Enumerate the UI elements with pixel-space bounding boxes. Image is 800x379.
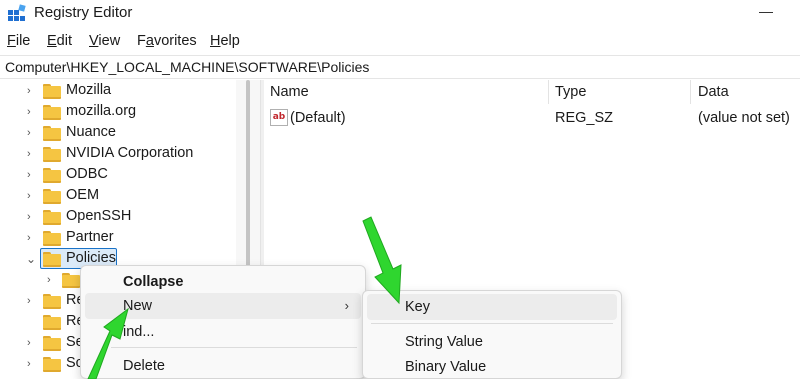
- registry-editor-icon: [8, 4, 26, 21]
- chevron-right-icon[interactable]: ›: [47, 274, 57, 286]
- menu-favorites-mnemonic: a: [145, 33, 154, 49]
- tree-item-label: Mozilla: [66, 82, 112, 98]
- menu-item-string-value[interactable]: String Value: [367, 329, 617, 355]
- tree-item[interactable]: › OpenSSH: [0, 207, 236, 228]
- menu-view-rest: iew: [98, 33, 121, 49]
- address-bar[interactable]: Computer\HKEY_LOCAL_MACHINE\SOFTWARE\Pol…: [0, 55, 800, 79]
- folder-icon: [43, 147, 61, 162]
- tree-item-label: mozilla.org: [66, 103, 137, 119]
- chevron-right-icon[interactable]: ›: [27, 106, 37, 118]
- tree-item[interactable]: › Mozilla: [0, 81, 236, 102]
- tree-item[interactable]: › ODBC: [0, 165, 236, 186]
- folder-open-icon: [43, 252, 61, 267]
- menu-edit-mnemonic: E: [47, 33, 57, 49]
- chevron-right-icon[interactable]: ›: [27, 358, 37, 370]
- menu-item-key[interactable]: Key: [367, 294, 617, 320]
- string-value-icon: ab: [270, 109, 288, 126]
- menu-item-binary-value[interactable]: Binary Value: [367, 354, 617, 379]
- value-name: (Default): [290, 110, 346, 126]
- scrollbar-thumb[interactable]: [246, 80, 250, 270]
- menu-view-mnemonic: V: [89, 33, 99, 49]
- menu-item-label: ind...: [123, 324, 155, 340]
- menu-item-new[interactable]: New ›: [85, 293, 361, 319]
- tree-item-label: Partner: [66, 229, 114, 245]
- column-header-name[interactable]: Name: [270, 84, 309, 100]
- chevron-right-icon[interactable]: ›: [27, 232, 37, 244]
- folder-icon: [43, 294, 61, 309]
- menu-item-label: String Value: [405, 334, 483, 350]
- menu-item-label: New: [123, 298, 153, 314]
- folder-icon: [43, 210, 61, 225]
- tree-item[interactable]: › NVIDIA Corporation: [0, 144, 236, 165]
- menu-help[interactable]: Help: [210, 33, 240, 49]
- tree-item-label: Nuance: [66, 124, 116, 140]
- chevron-right-icon[interactable]: ›: [27, 211, 37, 223]
- column-divider[interactable]: [690, 80, 691, 104]
- tree-item[interactable]: › OEM: [0, 186, 236, 207]
- menu-separator: [371, 323, 613, 324]
- tree-item-label: ODBC: [66, 166, 108, 182]
- context-menu: Collapse New › ind... Delete: [80, 265, 366, 379]
- menu-view[interactable]: View: [89, 33, 120, 49]
- menu-edit-rest: dit: [56, 33, 72, 49]
- column-divider[interactable]: [548, 80, 549, 104]
- tree-item-label: OpenSSH: [66, 208, 132, 224]
- menu-separator: [111, 347, 357, 348]
- menu-item-delete[interactable]: Delete: [85, 353, 361, 379]
- folder-icon: [43, 168, 61, 183]
- menu-edit[interactable]: Edit: [47, 33, 72, 49]
- minimize-button[interactable]: [752, 4, 782, 22]
- folder-icon: [43, 336, 61, 351]
- tree-item-label: OEM: [66, 187, 100, 203]
- folder-icon: [43, 105, 61, 120]
- menu-item-label: Key: [405, 299, 430, 315]
- address-path[interactable]: Computer\HKEY_LOCAL_MACHINE\SOFTWARE\Pol…: [5, 59, 369, 75]
- chevron-right-icon[interactable]: ›: [27, 190, 37, 202]
- folder-icon: [62, 273, 80, 288]
- folder-icon: [43, 189, 61, 204]
- chevron-right-icon: ›: [344, 298, 349, 313]
- chevron-right-icon[interactable]: ›: [27, 85, 37, 97]
- menu-file-rest: ile: [15, 33, 31, 49]
- tree-item-label: Policies: [66, 250, 116, 266]
- menu-favorites-rest: vorites: [153, 33, 197, 49]
- folder-icon: [43, 126, 61, 141]
- column-header-type[interactable]: Type: [555, 84, 586, 100]
- folder-icon: [43, 231, 61, 246]
- value-data: (value not set): [698, 110, 790, 126]
- chevron-down-icon[interactable]: ⌄: [26, 253, 36, 265]
- chevron-right-icon[interactable]: ›: [27, 148, 37, 160]
- tree-item-label: NVIDIA Corporation: [66, 145, 194, 161]
- table-row[interactable]: ab (Default) REG_SZ (value not set): [264, 108, 800, 130]
- column-header-data[interactable]: Data: [698, 84, 729, 100]
- tree-item[interactable]: › Partner: [0, 228, 236, 249]
- folder-icon: [43, 357, 61, 372]
- menu-bar: File Edit View Favorites Help: [0, 30, 800, 54]
- menu-item-collapse[interactable]: Collapse: [85, 269, 361, 295]
- value-type: REG_SZ: [555, 110, 614, 126]
- new-submenu: Key String Value Binary Value: [362, 290, 622, 379]
- tree-item[interactable]: › mozilla.org: [0, 102, 236, 123]
- folder-icon: [43, 315, 61, 330]
- menu-item-label: Collapse: [123, 274, 184, 290]
- folder-icon: [43, 84, 61, 99]
- chevron-right-icon[interactable]: ›: [27, 295, 37, 307]
- chevron-right-icon[interactable]: ›: [27, 169, 37, 181]
- tree-item[interactable]: › Nuance: [0, 123, 236, 144]
- menu-favorites-pre: F: [137, 33, 146, 49]
- menu-favorites[interactable]: Favorites: [137, 33, 197, 49]
- menu-file[interactable]: File: [7, 33, 30, 49]
- menu-item-label: Binary Value: [405, 359, 487, 375]
- menu-help-rest: elp: [220, 33, 240, 49]
- window-title: Registry Editor: [34, 4, 133, 21]
- title-bar: Registry Editor: [0, 0, 800, 28]
- menu-item-label: Delete: [123, 358, 165, 374]
- chevron-right-icon[interactable]: ›: [27, 127, 37, 139]
- menu-file-mnemonic: F: [7, 33, 16, 49]
- chevron-right-icon[interactable]: ›: [27, 337, 37, 349]
- menu-help-mnemonic: H: [210, 33, 221, 49]
- menu-item-find[interactable]: ind...: [85, 319, 361, 345]
